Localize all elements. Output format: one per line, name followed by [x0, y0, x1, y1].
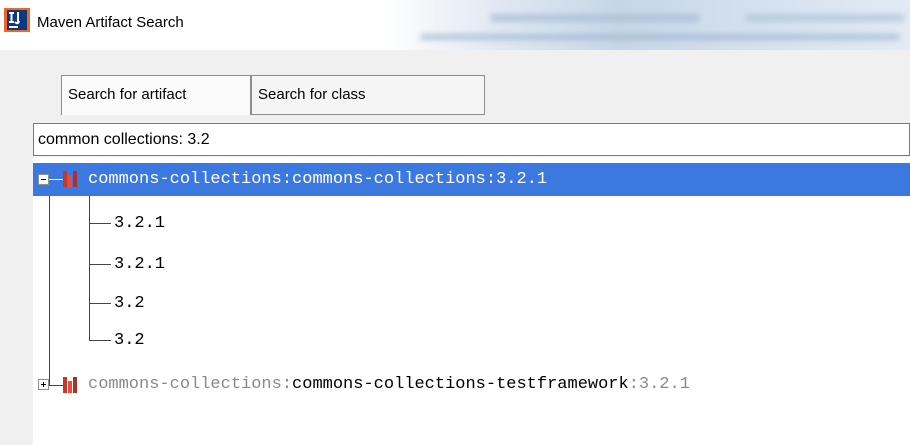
version-label: 3.2 — [114, 294, 145, 313]
artifact-version: 3.2.1 — [638, 375, 690, 394]
tree-row-version[interactable]: 3.2 — [33, 321, 910, 361]
version-label: 3.2.1 — [114, 214, 166, 233]
artifact-coordinates: commons-collections:commons-collections:… — [88, 170, 548, 189]
tree-connector — [49, 179, 63, 180]
tab-search-for-artifact[interactable]: Search for artifact — [61, 75, 251, 115]
expand-icon[interactable] — [38, 379, 49, 390]
library-icon — [63, 377, 80, 393]
version-label: 3.2.1 — [114, 255, 166, 274]
artifact-id: commons-collections-testframework — [292, 375, 629, 394]
intellij-idea-icon — [4, 8, 30, 32]
tree-row-artifact[interactable]: commons-collections:commons-collections-… — [33, 365, 910, 405]
version-label: 3.2 — [114, 331, 145, 350]
tree-row-version[interactable]: 3.2.1 — [33, 245, 910, 285]
results-tree[interactable]: commons-collections:commons-collections:… — [33, 157, 910, 445]
background-blur — [490, 14, 700, 22]
artifact-group: commons-collections — [88, 170, 282, 189]
library-icon — [63, 171, 80, 187]
collapse-icon[interactable] — [38, 174, 49, 185]
tree-row-artifact[interactable]: commons-collections:commons-collections:… — [33, 163, 910, 196]
artifact-coordinates: commons-collections:commons-collections-… — [88, 375, 690, 394]
tab-search-for-class[interactable]: Search for class — [251, 75, 485, 115]
tree-row-version[interactable]: 3.2 — [33, 284, 910, 324]
artifact-version: 3.2.1 — [496, 170, 548, 189]
title-bar: Maven Artifact Search — [0, 0, 910, 50]
background-blur — [745, 14, 905, 22]
window-title: Maven Artifact Search — [37, 14, 184, 31]
tree-row-version[interactable]: 3.2.1 — [33, 204, 910, 244]
artifact-group: commons-collections — [88, 375, 282, 394]
artifact-id: commons-collections — [292, 170, 486, 189]
background-blur — [420, 34, 900, 40]
search-input[interactable] — [33, 123, 910, 156]
